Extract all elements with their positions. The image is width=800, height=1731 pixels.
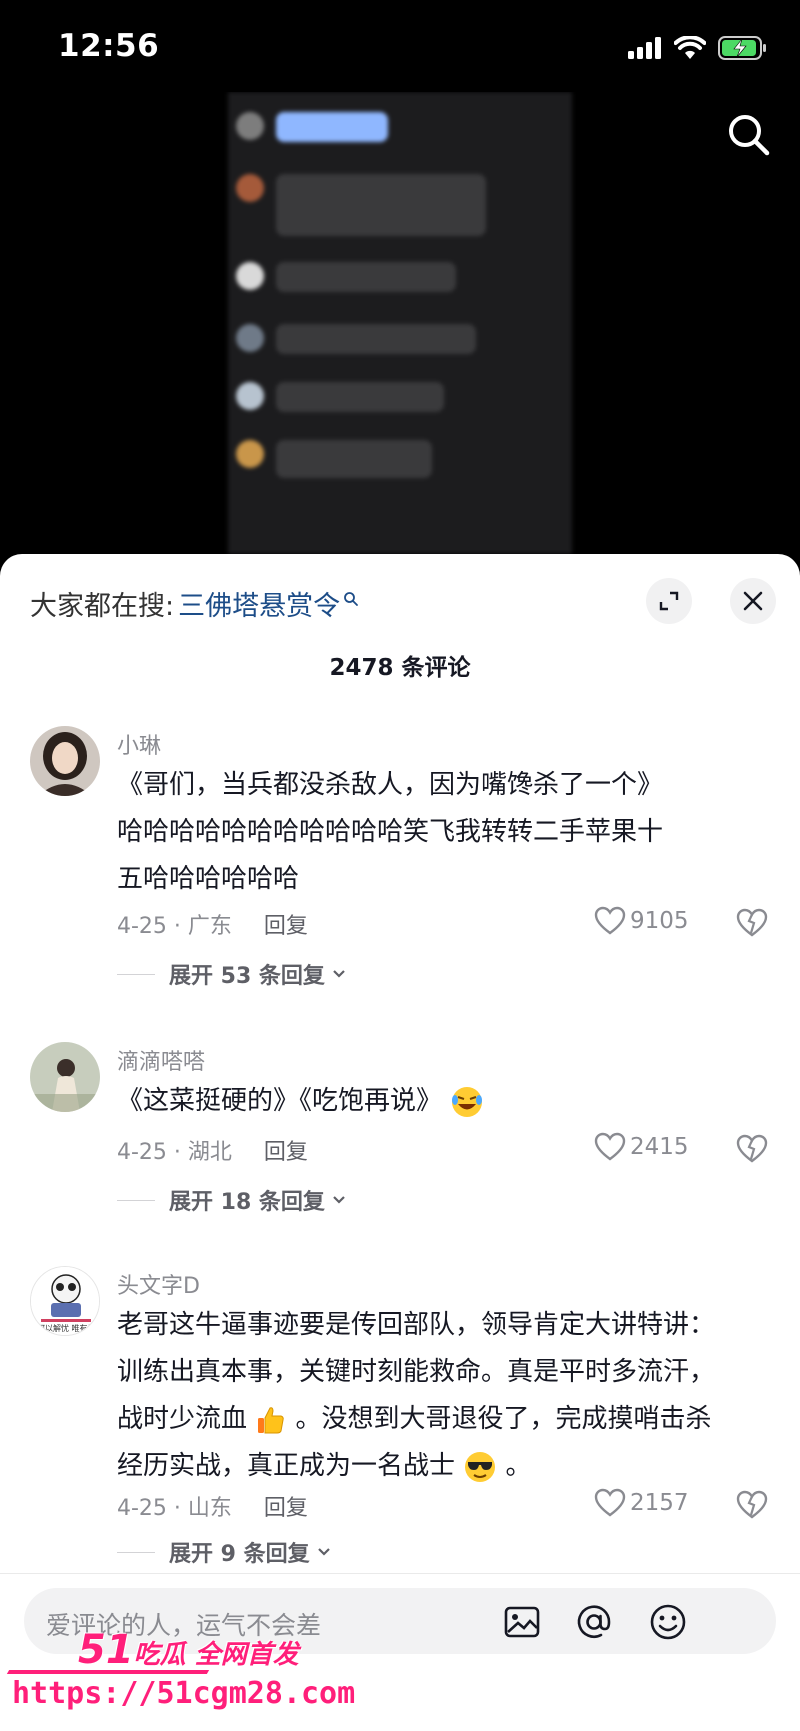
watermark-underline xyxy=(6,1670,210,1674)
like-count: 2415 xyxy=(630,1134,689,1160)
comment-line: 战时少流血 。没想到大哥退役了，完成摸哨击杀 xyxy=(117,1404,712,1434)
comment-username[interactable]: 小琳 xyxy=(117,728,161,760)
avatar[interactable]: 何以解忧 唯有暴富 xyxy=(30,1266,100,1336)
expand-icon xyxy=(659,591,679,611)
reply-button[interactable]: 回复 xyxy=(264,1490,308,1522)
comment-meta: 4-25 · 广东 回复 xyxy=(117,908,308,940)
status-icons xyxy=(628,30,768,66)
chat-row xyxy=(236,112,388,142)
divider xyxy=(117,1199,155,1201)
comment-line: 《这菜挺硬的》《吃饱再说》 xyxy=(117,1078,767,1125)
divider xyxy=(117,1551,155,1553)
avatar-caption: 何以解忧 唯有暴富 xyxy=(37,1324,100,1333)
wifi-icon xyxy=(674,36,706,59)
panel-header: 大家都在搜: 三佛塔悬赏令 xyxy=(0,554,800,644)
laugh-cry-emoji-icon xyxy=(452,1086,483,1117)
comment-date-location: 4-25 · 山东 xyxy=(117,1496,232,1521)
battery-charging-icon xyxy=(718,36,766,60)
heart-icon xyxy=(594,1132,626,1161)
chat-row xyxy=(236,174,486,236)
video-frame-blurred-chat xyxy=(228,92,572,554)
comment-username[interactable]: 头文字D xyxy=(117,1268,200,1300)
like-button[interactable]: 2415 xyxy=(594,1132,689,1162)
chat-row xyxy=(236,324,476,354)
image-icon[interactable] xyxy=(502,1602,542,1642)
comment-date-location: 4-25 · 广东 xyxy=(117,914,232,939)
divider xyxy=(117,973,155,975)
chevron-down-icon xyxy=(333,970,345,978)
expand-replies[interactable]: 展开 18 条回复 xyxy=(117,1184,347,1216)
dislike-heart-icon[interactable] xyxy=(736,908,768,938)
cellular-signal-icon xyxy=(628,37,661,59)
heart-icon xyxy=(594,1488,626,1517)
fullscreen-button[interactable] xyxy=(646,578,692,624)
status-time: 12:56 xyxy=(58,28,160,64)
comment-line: 五哈哈哈哈哈哈 xyxy=(117,864,300,894)
hot-search-bar[interactable]: 大家都在搜: 三佛塔悬赏令 xyxy=(30,584,359,623)
mention-icon[interactable] xyxy=(574,1602,614,1642)
comments-panel: 大家都在搜: 三佛塔悬赏令 2478 条评论 小琳 《哥们，当兵都没杀敌人，因为… xyxy=(0,554,800,1731)
comment-text: 《哥们，当兵都没杀敌人，因为嘴馋杀了一个》 哈哈哈哈哈哈哈哈哈哈哈笑飞我转转二手… xyxy=(117,762,767,903)
watermark-url: https://51cgm28.com xyxy=(12,1676,356,1711)
thumbs-up-emoji-icon xyxy=(258,1406,285,1433)
emoji-icon[interactable] xyxy=(648,1602,688,1642)
avatar[interactable] xyxy=(30,726,100,796)
hot-search-term[interactable]: 三佛塔悬赏令 xyxy=(178,584,340,623)
chat-row xyxy=(236,382,444,412)
expand-replies-label: 展开 53 条回复 xyxy=(169,964,325,989)
sunglasses-emoji-icon xyxy=(465,1451,496,1482)
close-icon xyxy=(743,591,763,611)
like-count: 2157 xyxy=(630,1490,689,1516)
comment-text: 《这菜挺硬的》《吃饱再说》 xyxy=(117,1078,767,1125)
video-player[interactable] xyxy=(0,92,800,554)
chevron-down-icon xyxy=(317,1548,330,1556)
like-button[interactable]: 9105 xyxy=(594,906,689,936)
watermark-title: 51吃瓜 全网首发 xyxy=(78,1627,299,1673)
dislike-heart-icon[interactable] xyxy=(736,1490,768,1520)
comment-count: 2478 条评论 xyxy=(329,655,471,681)
comment-line: 经历实战，真正成为一名战士 。 xyxy=(117,1443,767,1490)
chevron-down-icon xyxy=(333,1196,345,1204)
dislike-heart-icon[interactable] xyxy=(736,1134,768,1164)
comment-line: 哈哈哈哈哈哈哈哈哈哈哈笑飞我转转二手苹果十 xyxy=(117,817,664,847)
heart-icon xyxy=(594,906,626,935)
chat-row xyxy=(236,262,456,292)
comment-text: 老哥这牛逼事迹要是传回部队，领导肯定大讲特讲： 训练出真本事，关键时刻能救命。真… xyxy=(117,1302,767,1490)
chat-row xyxy=(236,440,432,478)
comment-line: 老哥这牛逼事迹要是传回部队，领导肯定大讲特讲： xyxy=(117,1310,716,1340)
expand-replies[interactable]: 展开 9 条回复 xyxy=(117,1536,332,1568)
close-button[interactable] xyxy=(730,578,776,624)
expand-replies-label: 展开 18 条回复 xyxy=(169,1190,325,1215)
like-count: 9105 xyxy=(630,908,689,934)
mini-search-icon xyxy=(344,591,359,606)
expand-replies[interactable]: 展开 53 条回复 xyxy=(117,958,347,990)
comment-line: 《哥们，当兵都没杀敌人，因为嘴馋杀了一个》 xyxy=(117,770,664,800)
comment-meta: 4-25 · 湖北 回复 xyxy=(117,1134,308,1166)
status-bar: 12:56 xyxy=(0,0,800,92)
reply-button[interactable]: 回复 xyxy=(264,1134,308,1166)
reply-button[interactable]: 回复 xyxy=(264,908,308,940)
like-button[interactable]: 2157 xyxy=(594,1488,689,1518)
search-icon[interactable] xyxy=(724,110,774,160)
comment-username[interactable]: 滴滴嗒嗒 xyxy=(117,1044,205,1076)
comment-date-location: 4-25 · 湖北 xyxy=(117,1140,232,1165)
avatar[interactable] xyxy=(30,1042,100,1112)
comment-meta: 4-25 · 山东 回复 xyxy=(117,1490,308,1522)
expand-replies-label: 展开 9 条回复 xyxy=(169,1542,310,1567)
hot-search-label: 大家都在搜: xyxy=(30,591,175,622)
comment-line: 训练出真本事，关键时刻能救命。真是平时多流汗， xyxy=(117,1357,716,1387)
